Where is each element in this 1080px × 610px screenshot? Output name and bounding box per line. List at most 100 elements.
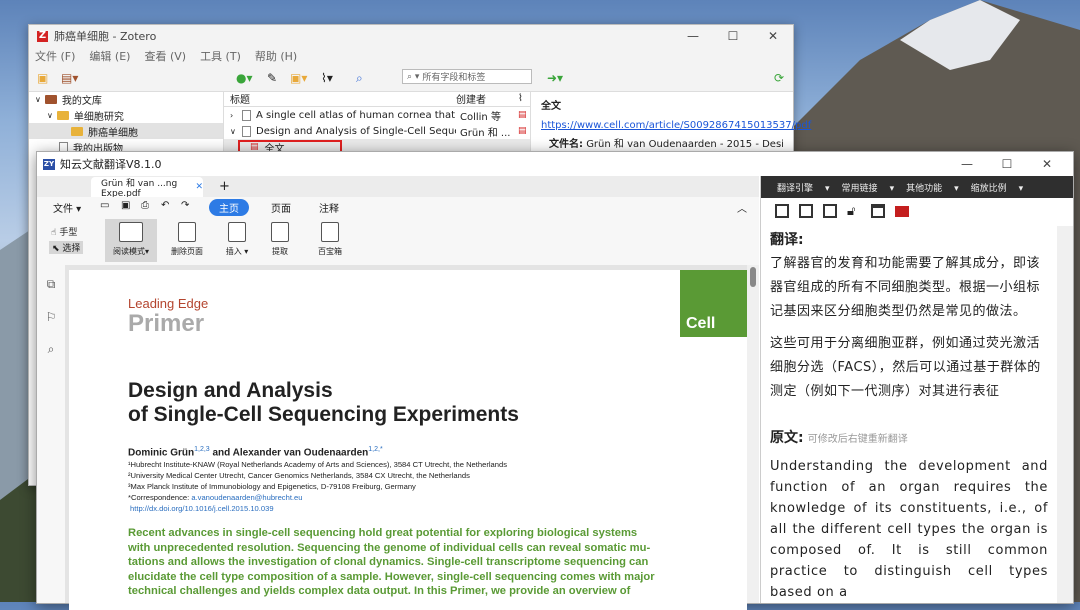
layout-icon-2[interactable]: [799, 204, 813, 218]
pdf-viewer: Leading Edge Primer Cell Design and Anal…: [65, 265, 759, 610]
mail-icon[interactable]: [895, 205, 909, 217]
maximize-icon[interactable]: ☐: [713, 29, 753, 43]
links-menu[interactable]: 常用链接 ▾: [842, 181, 895, 194]
tab-close-icon[interactable]: ✕: [195, 182, 203, 192]
tab-page[interactable]: 页面: [261, 199, 301, 216]
layout-icon-3[interactable]: [823, 204, 837, 218]
doi-link[interactable]: http://dx.doi.org/10.1016/j.cell.2015.10…: [128, 503, 507, 514]
file-menu[interactable]: 文件 ▾: [53, 200, 81, 215]
translation-content[interactable]: 翻译: 了解器官的发育和功能需要了解其成分，即该器官组成的所有不同细胞类型。根据…: [761, 226, 1057, 603]
redo-icon[interactable]: ↷: [181, 200, 189, 211]
tab-annotate[interactable]: 注释: [309, 199, 349, 216]
translation-panel: 翻译引擎 ▾ 常用链接 ▾ 其他功能 ▾ 缩放比例 ▾ 🔓︎ 翻译: 了解器官的发育和功…: [760, 176, 1073, 603]
extract-button[interactable]: 提取: [265, 222, 295, 257]
undo-icon[interactable]: ↶: [161, 200, 169, 211]
document-icon: [242, 125, 251, 137]
tree-item-my-library[interactable]: ∨ 我的文库: [29, 91, 223, 107]
chevron-down-icon: ∨: [47, 110, 53, 120]
filename-value[interactable]: Grün 和 van Oudenaarden - 2015 - Design .…: [586, 139, 783, 150]
insert-button[interactable]: 插入 ▾: [219, 222, 255, 257]
abstract: Recent advances in single-cell sequencin…: [128, 527, 655, 598]
search-input[interactable]: ⌕ ▾ 所有字段和标签: [402, 69, 532, 84]
engine-menu[interactable]: 翻译引擎 ▾: [777, 181, 830, 194]
locate-icon[interactable]: ➜▾: [547, 71, 563, 85]
chevron-down-icon: ∨: [35, 94, 41, 104]
read-mode-button[interactable]: 阅读模式▾: [105, 219, 157, 262]
column-creator[interactable]: 创建者: [456, 91, 518, 106]
new-collection-icon[interactable]: ▣: [37, 71, 48, 85]
original-heading: 原文:: [770, 430, 804, 446]
zoom-menu[interactable]: 缩放比例 ▾: [971, 181, 1024, 194]
journal-logo: Cell: [680, 270, 747, 337]
item-row[interactable]: ∨ Design and Analysis of Single-Cell Seq…: [224, 123, 530, 139]
section-label: Leading Edge: [128, 296, 209, 311]
document-tab[interactable]: Grün 和 van ...ng Expe.pdf ✕: [91, 177, 203, 199]
menu-edit[interactable]: 编辑 (E): [89, 48, 130, 64]
search-placeholder: 所有字段和标签: [422, 73, 486, 83]
document-icon: [242, 109, 251, 121]
bookmark-icon[interactable]: ⚐: [37, 310, 65, 324]
window-icon[interactable]: [871, 204, 885, 218]
translator-window-title: 知云文献翻译V8.1.0: [60, 158, 162, 171]
search-icon[interactable]: ⌕: [37, 342, 65, 357]
attachment-column-icon[interactable]: ⌇: [518, 93, 523, 104]
new-item-icon[interactable]: ●▾: [236, 71, 253, 85]
close-icon[interactable]: ✕: [1027, 157, 1067, 171]
hand-tool[interactable]: ☝ 手型: [51, 225, 77, 238]
save-icon[interactable]: ▣: [121, 200, 130, 211]
lock-icon[interactable]: 🔓︎: [847, 204, 861, 219]
other-menu[interactable]: 其他功能 ▾: [906, 181, 959, 194]
translation-scrollbar[interactable]: [1057, 226, 1073, 603]
wand-icon[interactable]: ✎: [267, 71, 277, 85]
item-pane-header: 全文: [541, 101, 561, 112]
minimize-icon[interactable]: —: [947, 157, 987, 171]
pdf-icon: ▤: [518, 110, 527, 120]
menu-view[interactable]: 查看 (V): [144, 48, 186, 64]
tree-item-lung-cancer[interactable]: 肺癌单细胞: [29, 123, 223, 139]
tree-item-single-cell-research[interactable]: ∨ 单细胞研究: [29, 107, 223, 123]
chevron-right-icon: ›: [230, 110, 234, 120]
delete-page-button[interactable]: 删除页面: [167, 222, 207, 257]
delete-page-icon: [178, 222, 196, 242]
search-icon: ⌕ ▾: [407, 71, 420, 82]
menu-file[interactable]: 文件 (F): [35, 48, 75, 64]
chevron-down-icon: ∨: [230, 126, 236, 136]
translation-paragraph: 这些可用于分离细胞亚群，例如通过荧光激活细胞分选（FACS），然后可以通过基于群…: [770, 336, 1041, 399]
authors: Dominic Grün1,2,3 and Alexander van Oude…: [128, 446, 383, 459]
print-icon[interactable]: ⎙: [141, 200, 149, 211]
sync-icon[interactable]: ⟳: [774, 71, 784, 85]
layout-icon-1[interactable]: [775, 204, 789, 218]
ribbon-toolbar: 文件 ▾ ▭ ▣ ⎙ ↶ ↷ 主页 页面 注释 ︿ ☝ 手型 ⬉ 选择 阅读模式…: [37, 197, 759, 266]
minimize-icon[interactable]: —: [673, 29, 713, 43]
new-note-icon[interactable]: ▣▾: [290, 71, 307, 85]
folder-icon[interactable]: ▭: [100, 200, 109, 211]
toolbox-icon: [321, 222, 339, 242]
pdf-page: Leading Edge Primer Cell Design and Anal…: [69, 270, 747, 610]
thumbnails-icon[interactable]: ⧉: [37, 277, 65, 292]
select-tool[interactable]: ⬉ 选择: [49, 241, 84, 254]
original-text[interactable]: Understanding the development and functi…: [770, 456, 1048, 603]
translator-window: ZY 知云文献翻译V8.1.0 — ☐ ✕ Grün 和 van ...ng E…: [36, 151, 1074, 610]
scroll-thumb[interactable]: [750, 267, 756, 287]
search-advanced-icon[interactable]: ⌕: [356, 71, 363, 86]
translation-toolbar: 翻译引擎 ▾ 常用链接 ▾ 其他功能 ▾ 缩放比例 ▾: [761, 176, 1073, 198]
library-menu-icon[interactable]: ▤▾: [61, 71, 78, 85]
items-header: 标题 创建者 ⌇: [224, 91, 530, 107]
correspondence-email-link[interactable]: a.vanoudenaarden@hubrecht.eu: [191, 493, 302, 502]
tab-home[interactable]: 主页: [209, 199, 249, 216]
attachment-icon[interactable]: ⌇▾: [321, 71, 333, 85]
collapse-ribbon-icon[interactable]: ︿: [737, 200, 747, 215]
folder-icon: [71, 126, 83, 136]
new-tab-icon[interactable]: +: [219, 179, 230, 194]
item-row[interactable]: › A single cell atlas of human cornea th…: [224, 107, 530, 123]
menu-tools[interactable]: 工具 (T): [200, 48, 241, 64]
menu-help[interactable]: 帮助 (H): [255, 48, 297, 64]
document-tabs: Grün 和 van ...ng Expe.pdf ✕ +: [37, 176, 759, 199]
close-icon[interactable]: ✕: [753, 29, 793, 43]
toolbox-button[interactable]: 百宝箱: [313, 222, 347, 257]
translation-icon-bar: 🔓︎: [761, 198, 1073, 224]
viewer-scrollbar[interactable]: [747, 265, 759, 603]
column-title[interactable]: 标题: [224, 91, 456, 106]
attachment-url-link[interactable]: https://www.cell.com/article/S0092867415…: [541, 120, 811, 131]
maximize-icon[interactable]: ☐: [987, 157, 1027, 171]
